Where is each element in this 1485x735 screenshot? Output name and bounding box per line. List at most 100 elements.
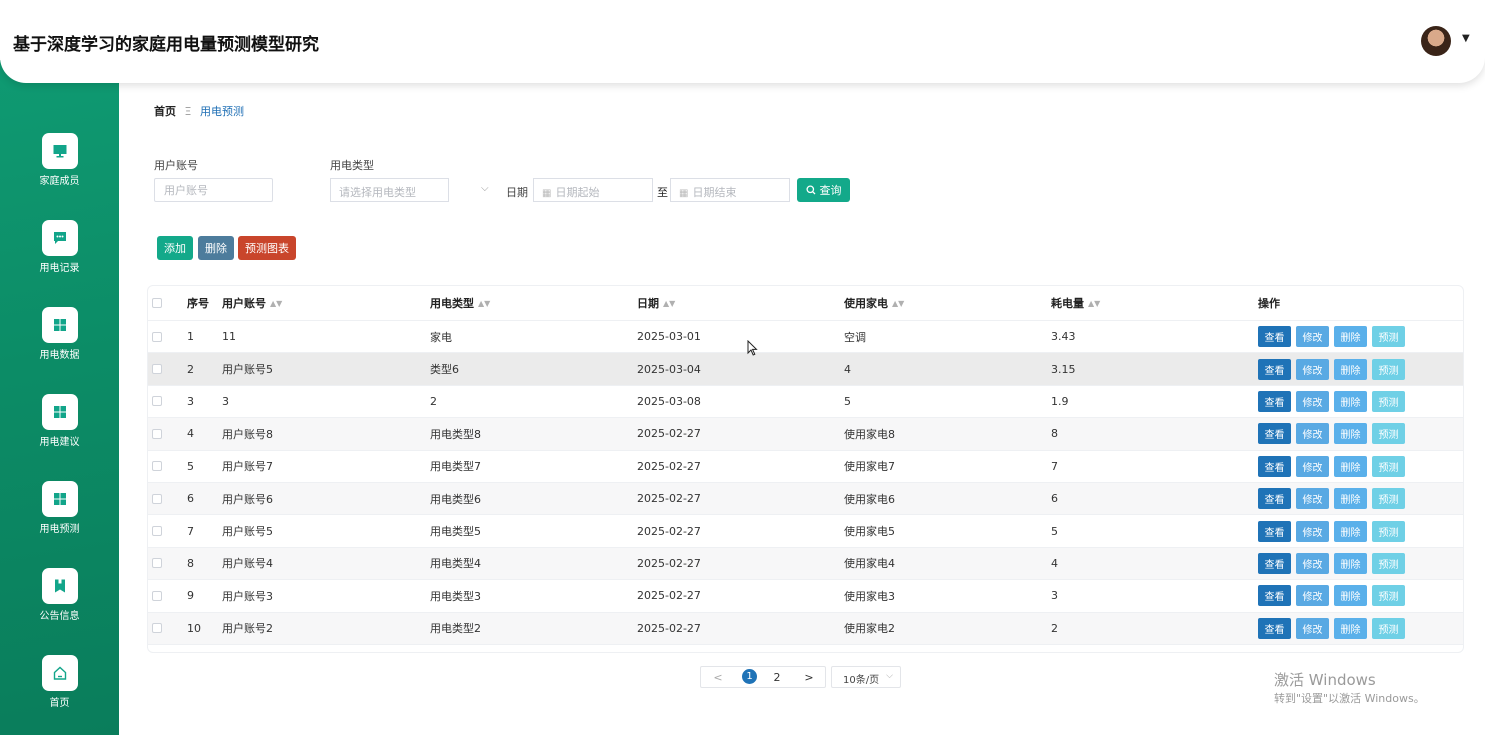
account-filter-input[interactable] (154, 178, 273, 202)
edit-row-button[interactable]: 修改 (1296, 358, 1329, 380)
date-start-placeholder: 日期起始 (555, 186, 600, 199)
table-row[interactable]: 7 用户账号5 用电类型5 2025-02-27 使用家电5 5 查看 修改 删除 预测 (148, 515, 1463, 548)
row-checkbox[interactable] (152, 623, 162, 634)
predict-row-button[interactable]: 预测 (1372, 358, 1405, 380)
row-checkbox[interactable] (152, 526, 162, 537)
chat-icon (41, 220, 78, 256)
row-checkbox[interactable] (152, 590, 162, 601)
mouse-cursor-icon (747, 340, 758, 356)
header-date[interactable]: 日期 ▲▼ (637, 286, 675, 320)
predict-row-button[interactable]: 预测 (1372, 488, 1405, 510)
sidebar-item-family-members[interactable]: 家庭成员 (0, 133, 119, 187)
page-1-button[interactable]: 1 (742, 669, 757, 684)
table-row[interactable]: 10 用户账号2 用电类型2 2025-02-27 使用家电2 2 查看 修改 删除 预测 (148, 612, 1463, 645)
delete-row-button[interactable]: 删除 (1334, 358, 1367, 380)
header-type[interactable]: 用电类型 ▲▼ (430, 286, 490, 320)
delete-row-button[interactable]: 删除 (1334, 488, 1367, 510)
delete-row-button[interactable]: 删除 (1334, 617, 1367, 639)
cell-type: 用电类型3 (430, 589, 481, 603)
sort-icon: ▲▼ (1088, 298, 1101, 308)
cell-appliance: 5 (844, 394, 851, 408)
header-account[interactable]: 用户账号 ▲▼ (222, 286, 282, 320)
view-row-button[interactable]: 查看 (1258, 617, 1291, 639)
sidebar-item-usage-records[interactable]: 用电记录 (0, 220, 119, 274)
edit-row-button[interactable]: 修改 (1296, 390, 1329, 412)
table-row[interactable]: 6 用户账号6 用电类型6 2025-02-27 使用家电6 6 查看 修改 删除 预测 (148, 483, 1463, 516)
date-end-input[interactable]: ▦ 日期结束 (670, 178, 790, 202)
row-checkbox[interactable] (152, 493, 162, 504)
row-checkbox[interactable] (152, 461, 162, 472)
header-usage[interactable]: 耗电量 ▲▼ (1051, 286, 1100, 320)
row-checkbox[interactable] (152, 396, 162, 407)
view-row-button[interactable]: 查看 (1258, 520, 1291, 542)
edit-row-button[interactable]: 修改 (1296, 585, 1329, 607)
edit-row-button[interactable]: 修改 (1296, 552, 1329, 574)
predict-row-button[interactable]: 预测 (1372, 585, 1405, 607)
row-checkbox[interactable] (152, 364, 162, 375)
breadcrumb-home[interactable]: 首页 (154, 105, 176, 118)
row-checkbox[interactable] (152, 428, 162, 439)
select-all-checkbox[interactable] (152, 298, 162, 308)
date-start-input[interactable]: ▦ 日期起始 (533, 178, 653, 202)
page-size-select[interactable]: 10条/页 ⌵ (831, 666, 901, 688)
predict-row-button[interactable]: 预测 (1372, 455, 1405, 477)
sidebar-item-label: 用电记录 (39, 263, 80, 274)
row-checkbox[interactable] (152, 558, 162, 569)
view-row-button[interactable]: 查看 (1258, 488, 1291, 510)
type-filter-select[interactable]: 请选择用电类型 ⌵ (330, 178, 495, 202)
table-row[interactable]: 9 用户账号3 用电类型3 2025-02-27 使用家电3 3 查看 修改 删除 预测 (148, 580, 1463, 613)
page-2-button[interactable]: 2 (766, 666, 788, 688)
table-row[interactable]: 4 用户账号8 用电类型8 2025-02-27 使用家电8 8 查看 修改 删除 预测 (148, 418, 1463, 451)
sidebar-item-usage-prediction[interactable]: 用电预测 (0, 481, 119, 535)
sidebar-item-home[interactable]: 首页 (0, 655, 119, 709)
edit-row-button[interactable]: 修改 (1296, 520, 1329, 542)
delete-row-button[interactable]: 删除 (1334, 552, 1367, 574)
edit-row-button[interactable]: 修改 (1296, 455, 1329, 477)
view-row-button[interactable]: 查看 (1258, 358, 1291, 380)
edit-row-button[interactable]: 修改 (1296, 617, 1329, 639)
view-row-button[interactable]: 查看 (1258, 326, 1291, 348)
delete-button[interactable]: 删除 (198, 236, 234, 260)
search-button[interactable]: 查询 (797, 178, 850, 202)
view-row-button[interactable]: 查看 (1258, 423, 1291, 445)
table-row[interactable]: 5 用户账号7 用电类型7 2025-02-27 使用家电7 7 查看 修改 删除 预测 (148, 451, 1463, 483)
table-row[interactable]: 3 3 2 2025-03-08 5 1.9 查看 修改 删除 预测 (148, 386, 1463, 419)
row-checkbox[interactable] (152, 331, 162, 342)
prev-page-button[interactable]: < (707, 666, 729, 688)
sidebar-item-announcements[interactable]: 公告信息 (0, 568, 119, 622)
delete-row-button[interactable]: 删除 (1334, 326, 1367, 348)
edit-row-button[interactable]: 修改 (1296, 326, 1329, 348)
delete-row-button[interactable]: 删除 (1334, 585, 1367, 607)
cell-type: 用电类型2 (430, 622, 481, 636)
predict-row-button[interactable]: 预测 (1372, 326, 1405, 348)
view-row-button[interactable]: 查看 (1258, 585, 1291, 607)
prediction-chart-button[interactable]: 预测图表 (238, 236, 296, 260)
header-appliance[interactable]: 使用家电 ▲▼ (844, 286, 904, 320)
table-row[interactable]: 2 用户账号5 类型6 2025-03-04 4 3.15 查看 修改 删除 预测 (148, 353, 1463, 386)
sidebar-item-usage-advice[interactable]: 用电建议 (0, 394, 119, 448)
table-row[interactable]: 1 11 家电 2025-03-01 空调 3.43 查看 修改 删除 预测 (148, 321, 1463, 354)
edit-row-button[interactable]: 修改 (1296, 488, 1329, 510)
edit-row-button[interactable]: 修改 (1296, 423, 1329, 445)
delete-row-button[interactable]: 删除 (1334, 520, 1367, 542)
view-row-button[interactable]: 查看 (1258, 552, 1291, 574)
predict-row-button[interactable]: 预测 (1372, 617, 1405, 639)
delete-row-button[interactable]: 删除 (1334, 455, 1367, 477)
caret-down-icon[interactable]: ▼ (1462, 33, 1470, 44)
view-row-button[interactable]: 查看 (1258, 390, 1291, 412)
predict-row-button[interactable]: 预测 (1372, 423, 1405, 445)
date-end-placeholder: 日期结束 (692, 186, 737, 199)
predict-row-button[interactable]: 预测 (1372, 552, 1405, 574)
calendar-icon: ▦ (542, 188, 552, 199)
cell-usage: 5 (1051, 524, 1058, 538)
sidebar-item-usage-data[interactable]: 用电数据 (0, 307, 119, 361)
predict-row-button[interactable]: 预测 (1372, 390, 1405, 412)
next-page-button[interactable]: > (798, 666, 820, 688)
delete-row-button[interactable]: 删除 (1334, 423, 1367, 445)
view-row-button[interactable]: 查看 (1258, 455, 1291, 477)
add-button[interactable]: 添加 (157, 236, 193, 260)
avatar[interactable] (1421, 26, 1451, 56)
delete-row-button[interactable]: 删除 (1334, 390, 1367, 412)
predict-row-button[interactable]: 预测 (1372, 520, 1405, 542)
table-row[interactable]: 8 用户账号4 用电类型4 2025-02-27 使用家电4 4 查看 修改 删除 预测 (148, 547, 1463, 581)
